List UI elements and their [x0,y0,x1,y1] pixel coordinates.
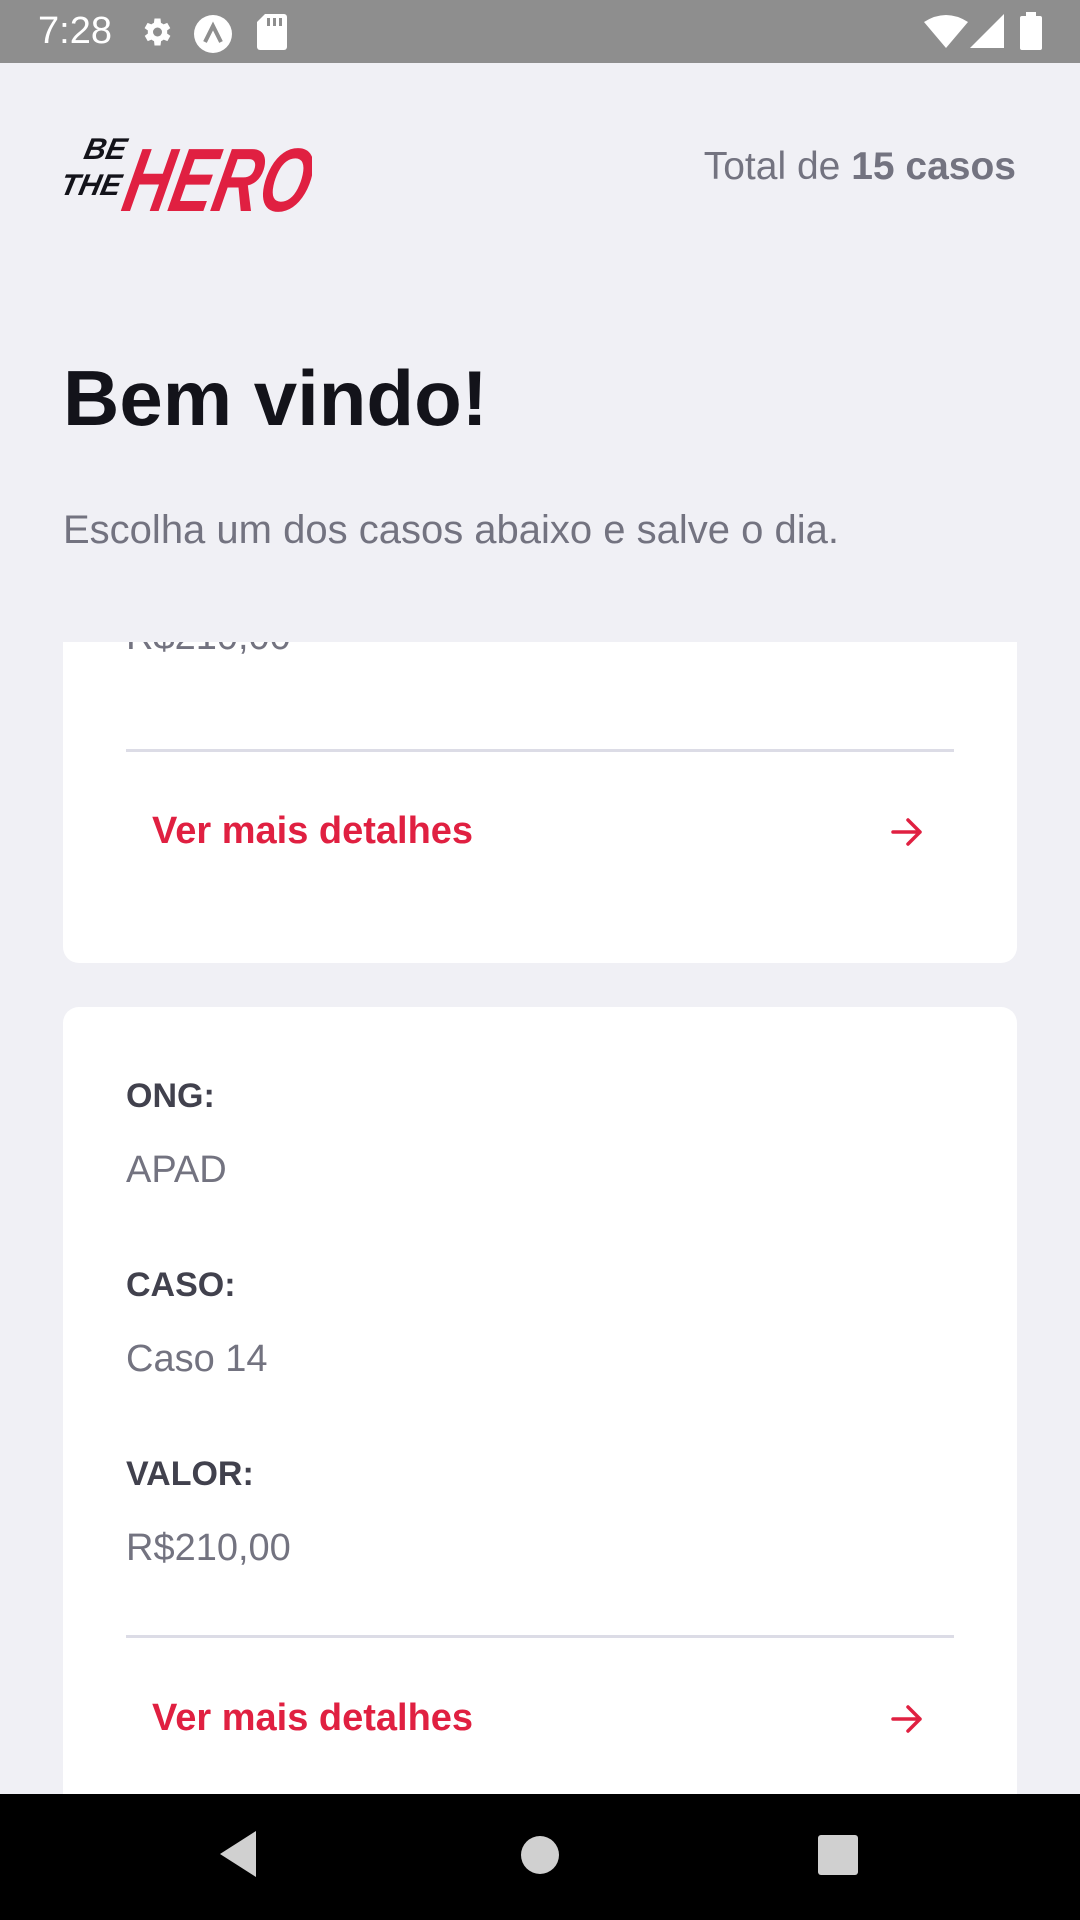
navigation-bar [0,1794,1080,1920]
case-amount: R$210,00 [126,1527,291,1569]
cases-list[interactable]: R$210,00 Ver mais detalhes ONG: APAD CAS… [0,642,1080,1794]
details-label: Ver mais detalhes [152,1697,474,1739]
home-icon[interactable] [519,1834,561,1881]
be-the-hero-logo: BE THE HERO [58,115,323,231]
total-count: 15 casos [851,145,1016,188]
app-screen: BE THE HERO Total de 15 casos Bem vindo!… [0,63,1080,1794]
status-time: 7:28 [38,10,112,52]
app-icon [193,14,233,59]
svg-text:THE: THE [62,169,125,202]
signal-icon [970,14,1004,55]
back-icon[interactable] [216,1829,260,1884]
gear-icon [138,14,174,55]
arrow-right-icon [889,1701,925,1742]
details-label: Ver mais detalhes [152,810,474,852]
card-divider [126,1635,954,1638]
value-label: VALOR: [126,1455,254,1493]
page-title: Bem vindo! [63,354,488,442]
case-value: Caso 14 [126,1338,268,1380]
page-description: Escolha um dos casos abaixo e salve o di… [63,508,839,552]
wifi-icon [924,14,968,55]
svg-text:HERO: HERO [115,131,312,225]
case-card: R$210,00 Ver mais detalhes [63,642,1017,963]
ong-label: ONG: [126,1077,215,1115]
svg-text:BE: BE [81,133,130,166]
recents-icon[interactable] [817,1834,859,1881]
card-divider [126,749,954,752]
case-label: CASO: [126,1266,236,1304]
case-value-text: R$210,00 [126,642,291,659]
arrow-right-icon [889,814,925,855]
ong-value: APAD [126,1149,227,1191]
total-prefix: Total de [703,145,841,188]
status-bar: 7:28 [0,0,1080,63]
case-card: ONG: APAD CASO: Caso 14 VALOR: R$210,00 … [63,1007,1017,1794]
total-cases-text: Total de 15 casos [704,145,1016,189]
sd-card-icon [257,14,287,55]
battery-icon [1020,12,1042,55]
